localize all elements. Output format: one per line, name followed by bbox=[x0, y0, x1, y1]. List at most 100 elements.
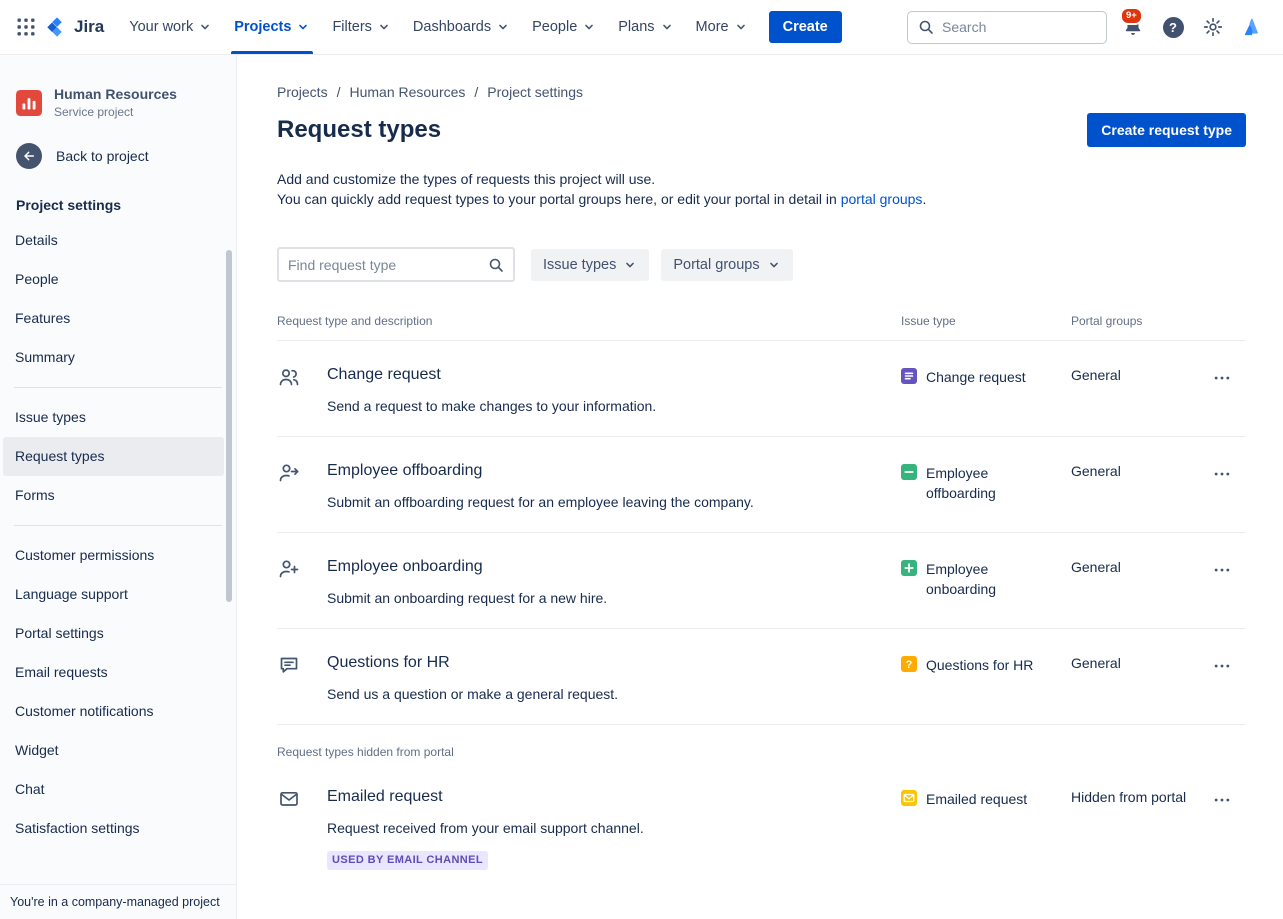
request-type-name[interactable]: Emailed request bbox=[327, 787, 644, 807]
breadcrumb-separator: / bbox=[474, 84, 478, 100]
request-type-row: Employee offboarding Submit an offboardi… bbox=[277, 437, 1246, 533]
primary-nav: Your workProjectsFiltersDashboardsPeople… bbox=[118, 0, 758, 54]
chevron-down-icon bbox=[734, 20, 748, 34]
issue-type-label: Questions for HR bbox=[926, 655, 1033, 675]
sidebar-item-email-requests[interactable]: Email requests bbox=[3, 653, 224, 692]
request-type-row: Employee onboarding Submit an onboarding… bbox=[277, 533, 1246, 629]
row-actions-button[interactable] bbox=[1209, 365, 1235, 391]
sidebar-item-request-types[interactable]: Request types bbox=[3, 437, 224, 476]
global-search[interactable] bbox=[907, 11, 1107, 44]
nav-item-projects[interactable]: Projects bbox=[223, 0, 321, 54]
find-request-type-field[interactable] bbox=[277, 247, 515, 282]
request-type-name[interactable]: Employee offboarding bbox=[327, 461, 754, 481]
sidebar-item-features[interactable]: Features bbox=[3, 299, 224, 338]
app-switcher-icon[interactable] bbox=[10, 11, 42, 43]
chat-bubble-icon bbox=[277, 653, 301, 677]
nav-item-plans[interactable]: Plans bbox=[607, 0, 684, 54]
atlassian-icon bbox=[1242, 16, 1264, 38]
email-channel-badge: USED BY EMAIL CHANNEL bbox=[327, 851, 488, 870]
search-icon bbox=[488, 257, 504, 273]
row-actions-button[interactable] bbox=[1209, 461, 1235, 487]
global-search-input[interactable] bbox=[942, 19, 1096, 35]
sidebar-item-customer-permissions[interactable]: Customer permissions bbox=[3, 536, 224, 575]
nav-item-filters[interactable]: Filters bbox=[321, 0, 401, 54]
portal-group-label: General bbox=[1071, 557, 1198, 608]
project-header: Human Resources Service project bbox=[0, 54, 236, 119]
sidebar-item-customer-notifications[interactable]: Customer notifications bbox=[3, 692, 224, 731]
project-name: Human Resources bbox=[54, 86, 177, 103]
project-avatar bbox=[16, 90, 42, 116]
request-type-name[interactable]: Employee onboarding bbox=[327, 557, 607, 577]
filter-dropdowns: Issue types Portal groups bbox=[531, 249, 793, 281]
sidebar-item-details[interactable]: Details bbox=[3, 221, 224, 260]
breadcrumb-item-projects[interactable]: Projects bbox=[277, 84, 328, 100]
portal-group-label: General bbox=[1071, 653, 1198, 704]
breadcrumb: Projects / Human Resources / Project setting… bbox=[277, 84, 1246, 100]
sidebar-item-satisfaction-settings[interactable]: Satisfaction settings bbox=[3, 809, 224, 848]
table-header: Request type and description Issue type … bbox=[277, 314, 1246, 341]
notifications-button[interactable]: 9+ bbox=[1119, 13, 1147, 41]
sidebar-scrollbar[interactable] bbox=[226, 250, 232, 602]
find-request-type-input[interactable] bbox=[288, 257, 480, 273]
back-to-project-label: Back to project bbox=[56, 148, 149, 164]
sidebar-item-portal-settings[interactable]: Portal settings bbox=[3, 614, 224, 653]
column-header-request-type: Request type and description bbox=[277, 314, 901, 328]
row-actions-button[interactable] bbox=[1209, 557, 1235, 583]
chevron-down-icon bbox=[660, 20, 674, 34]
gear-icon bbox=[1202, 16, 1224, 38]
sidebar-nav: DetailsPeopleFeaturesSummary Issue typesR… bbox=[0, 221, 236, 908]
filter-bar: Issue types Portal groups bbox=[277, 247, 1246, 282]
portal-groups-link[interactable]: portal groups bbox=[841, 191, 923, 207]
create-button[interactable]: Create bbox=[769, 11, 842, 43]
project-type: Service project bbox=[54, 105, 177, 119]
row-actions-button[interactable] bbox=[1209, 653, 1235, 679]
nav-item-people[interactable]: People bbox=[521, 0, 607, 54]
chevron-down-icon bbox=[623, 258, 637, 272]
issue-type-label: Employee onboarding bbox=[926, 559, 1044, 599]
filter-portal-groups-dropdown[interactable]: Portal groups bbox=[661, 249, 792, 281]
breadcrumb-item-project-settings[interactable]: Project settings bbox=[487, 84, 583, 100]
sidebar-item-chat[interactable]: Chat bbox=[3, 770, 224, 809]
request-type-row: Questions for HR Send us a question or m… bbox=[277, 629, 1246, 725]
filter-issue-types-dropdown[interactable]: Issue types bbox=[531, 249, 649, 281]
chevron-down-icon bbox=[377, 20, 391, 34]
request-type-description: Send us a question or make a general req… bbox=[327, 684, 618, 704]
request-type-description: Submit an offboarding request for an emp… bbox=[327, 492, 754, 512]
request-type-name[interactable]: Questions for HR bbox=[327, 653, 618, 673]
sidebar-item-widget[interactable]: Widget bbox=[3, 731, 224, 770]
sidebar-item-summary[interactable]: Summary bbox=[3, 338, 224, 377]
issue-type-icon bbox=[901, 368, 917, 384]
page-description-line1: Add and customize the types of requests … bbox=[277, 171, 655, 187]
request-type-name[interactable]: Change request bbox=[327, 365, 656, 385]
sidebar-divider bbox=[14, 525, 222, 526]
create-request-type-button[interactable]: Create request type bbox=[1087, 113, 1246, 147]
nav-item-dashboards[interactable]: Dashboards bbox=[402, 0, 521, 54]
page-description-line2-suffix: . bbox=[922, 191, 926, 207]
nav-item-more[interactable]: More bbox=[685, 0, 759, 54]
sidebar-item-people[interactable]: People bbox=[3, 260, 224, 299]
sidebar-item-issue-types[interactable]: Issue types bbox=[3, 398, 224, 437]
nav-item-your-work[interactable]: Your work bbox=[118, 0, 223, 54]
issue-type-icon bbox=[901, 560, 917, 576]
jira-logo-icon bbox=[46, 16, 68, 38]
portal-group-label: Hidden from portal bbox=[1071, 787, 1198, 870]
request-type-row: Change request Send a request to make ch… bbox=[277, 341, 1246, 437]
help-button[interactable]: ? bbox=[1159, 13, 1187, 41]
sidebar-item-forms[interactable]: Forms bbox=[3, 476, 224, 515]
hidden-request-type-list: Emailed request Request received from yo… bbox=[277, 763, 1246, 890]
breadcrumb-separator: / bbox=[337, 84, 341, 100]
topbar-right-controls: 9+ ? bbox=[907, 11, 1267, 44]
breadcrumb-item-human-resources[interactable]: Human Resources bbox=[349, 84, 465, 100]
page-description-line2-prefix: You can quickly add request types to you… bbox=[277, 191, 841, 207]
portal-group-label: General bbox=[1071, 461, 1198, 512]
settings-button[interactable] bbox=[1199, 13, 1227, 41]
search-icon bbox=[918, 19, 934, 35]
row-actions-button[interactable] bbox=[1209, 787, 1235, 813]
hidden-section-label: Request types hidden from portal bbox=[277, 725, 1246, 763]
jira-logo[interactable]: Jira bbox=[42, 16, 118, 38]
back-to-project[interactable]: Back to project bbox=[0, 119, 236, 169]
atlassian-app-button[interactable] bbox=[1239, 13, 1267, 41]
issue-type-icon bbox=[901, 464, 917, 480]
back-arrow-icon bbox=[16, 143, 42, 169]
sidebar-item-language-support[interactable]: Language support bbox=[3, 575, 224, 614]
